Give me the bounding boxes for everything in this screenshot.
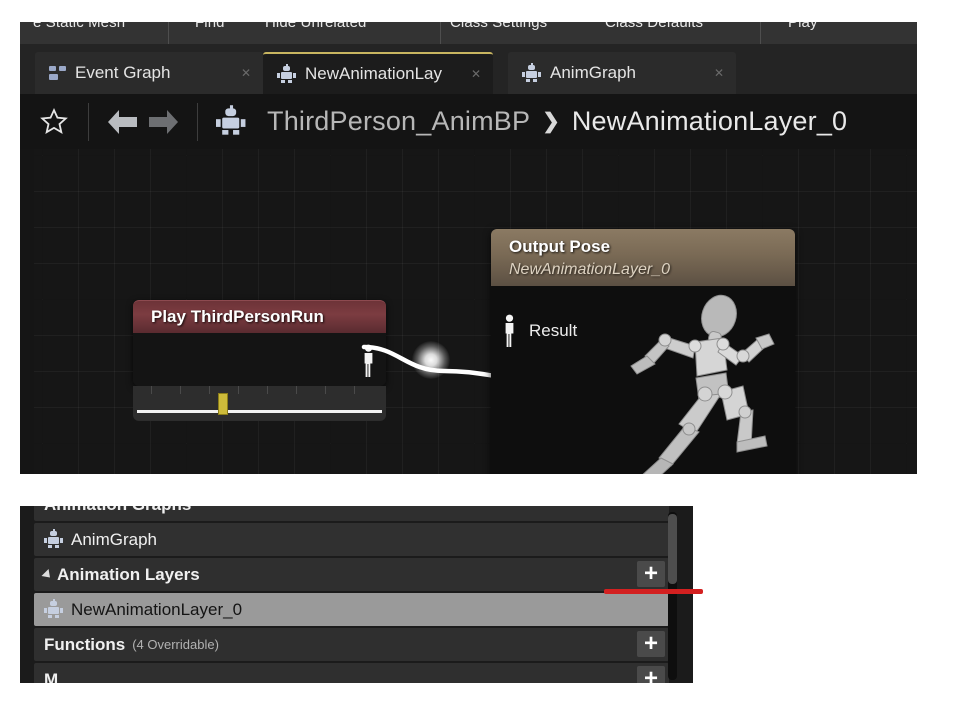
robot-icon: [522, 62, 541, 82]
toolbar-item-4[interactable]: Class Defaults: [605, 22, 703, 31]
blueprint-editor-panel: e Static Mesh Find Hide Unrelated Class Set…: [20, 22, 917, 474]
pose-pin-icon: [364, 344, 373, 377]
animation-scrubber[interactable]: [133, 386, 386, 421]
close-icon[interactable]: ✕: [225, 67, 263, 79]
add-button[interactable]: +: [637, 666, 665, 683]
row-label: Animation Graphs: [44, 506, 191, 515]
node-title: Play ThirdPersonRun: [151, 307, 324, 326]
breadcrumb-current[interactable]: NewAnimationLayer_0: [572, 106, 847, 137]
toolbar-separator-3: [760, 22, 761, 44]
editor-toolbar: e Static Mesh Find Hide Unrelated Class Set…: [20, 22, 917, 44]
blueprint-panel-scrollbar[interactable]: [668, 512, 677, 680]
close-icon[interactable]: ✕: [698, 67, 736, 79]
scrollbar-thumb[interactable]: [668, 514, 677, 584]
star-icon: [40, 107, 68, 134]
toolbar-item-2[interactable]: Hide Unrelated: [265, 22, 366, 31]
back-button[interactable]: [103, 102, 143, 142]
scrubber-playhead[interactable]: [218, 393, 228, 415]
graph-type-icon-wrap: [212, 105, 246, 135]
tab-label: Event Graph: [75, 63, 171, 82]
blueprint-tree-list: Animation Graphs AnimGraph Animation Layer…: [34, 506, 669, 683]
robot-icon: [216, 105, 246, 135]
tab-label: AnimGraph: [550, 63, 636, 82]
tab-newanimationlay[interactable]: NewAnimationLay ✕: [263, 52, 493, 94]
row-icon-wrap: [44, 599, 63, 618]
tab-event-graph[interactable]: Event Graph ✕: [35, 52, 263, 94]
tab-animgraph[interactable]: AnimGraph ✕: [508, 52, 736, 94]
toolbar-separator-2: [440, 22, 441, 44]
blueprint-row-animation-layers[interactable]: Animation Layers +: [34, 558, 669, 591]
node-graph-icon: [49, 65, 66, 81]
scrubber-track[interactable]: [137, 410, 382, 413]
toolbar-item-1[interactable]: Find: [195, 22, 225, 31]
favorite-button[interactable]: [34, 102, 74, 142]
toolbar-separator-1: [168, 22, 169, 44]
my-blueprint-panel: Animation Graphs AnimGraph Animation Layer…: [20, 506, 693, 683]
toolbar-item-0[interactable]: e Static Mesh: [33, 22, 125, 31]
result-pin-row[interactable]: Result: [501, 314, 577, 348]
row-icon-wrap: [44, 529, 63, 548]
blueprint-row-m[interactable]: M +: [34, 663, 669, 683]
reroute-node-icon[interactable]: [412, 341, 450, 379]
row-label: Functions: [44, 634, 126, 654]
node-subtitle: NewAnimationLayer_0: [509, 261, 670, 278]
disclosure-triangle-icon[interactable]: [41, 568, 54, 581]
anim-graph-canvas[interactable]: Play ThirdPersonRun Output Pose NewAnima…: [34, 149, 917, 474]
robot-icon: [277, 63, 296, 83]
node-body: Result: [491, 286, 795, 474]
tab-label: NewAnimationLay: [305, 64, 443, 83]
arrow-right-icon: [149, 109, 178, 134]
robot-icon: [44, 599, 63, 618]
row-label: M: [44, 669, 59, 684]
add-button[interactable]: +: [637, 561, 665, 587]
node-title: Output Pose: [509, 237, 611, 256]
play-thirdpersonrun-node[interactable]: Play ThirdPersonRun: [133, 300, 386, 386]
pose-output-pin[interactable]: [360, 344, 377, 383]
blueprint-row-newanimationlayer-0[interactable]: NewAnimationLayer_0: [34, 593, 669, 626]
toolbar-item-5[interactable]: Play: [788, 22, 818, 31]
toolbar-divider-2: [197, 102, 198, 141]
node-header: Play ThirdPersonRun: [133, 300, 386, 333]
chevron-right-icon: ❯: [542, 110, 560, 133]
blueprint-row-animation-graphs[interactable]: Animation Graphs: [34, 506, 669, 521]
breadcrumb-parent[interactable]: ThirdPerson_AnimBP: [267, 106, 530, 137]
output-pose-node[interactable]: Output Pose NewAnimationLayer_0 Result: [491, 229, 795, 474]
row-label: AnimGraph: [71, 529, 157, 549]
add-button[interactable]: +: [637, 631, 665, 657]
blueprint-row-functions[interactable]: Functions (4 Overridable) +: [34, 628, 669, 661]
mannequin-run-pose: [630, 294, 775, 474]
breadcrumb-bar: ThirdPerson_AnimBP ❯ NewAnimationLayer_0: [20, 94, 917, 149]
node-body: [133, 333, 386, 386]
row-label: NewAnimationLayer_0: [71, 599, 243, 619]
pose-pin-icon[interactable]: [501, 314, 518, 348]
red-underline-annotation: [604, 589, 703, 594]
row-count: (4 Overridable): [132, 637, 219, 652]
result-label: Result: [529, 321, 578, 340]
toolbar-item-3[interactable]: Class Settings: [450, 22, 547, 31]
forward-button[interactable]: [143, 102, 183, 142]
node-header: Output Pose NewAnimationLayer_0: [491, 229, 795, 286]
blueprint-row-animgraph[interactable]: AnimGraph: [34, 523, 669, 556]
graph-tab-bar: Event Graph ✕ NewAnimationLay ✕ AnimGraph ✕: [20, 44, 917, 94]
robot-icon: [44, 529, 63, 548]
close-icon[interactable]: ✕: [455, 68, 493, 80]
arrow-left-icon: [108, 109, 137, 134]
toolbar-divider-1: [88, 102, 89, 141]
row-label: Animation Layers: [57, 564, 200, 584]
